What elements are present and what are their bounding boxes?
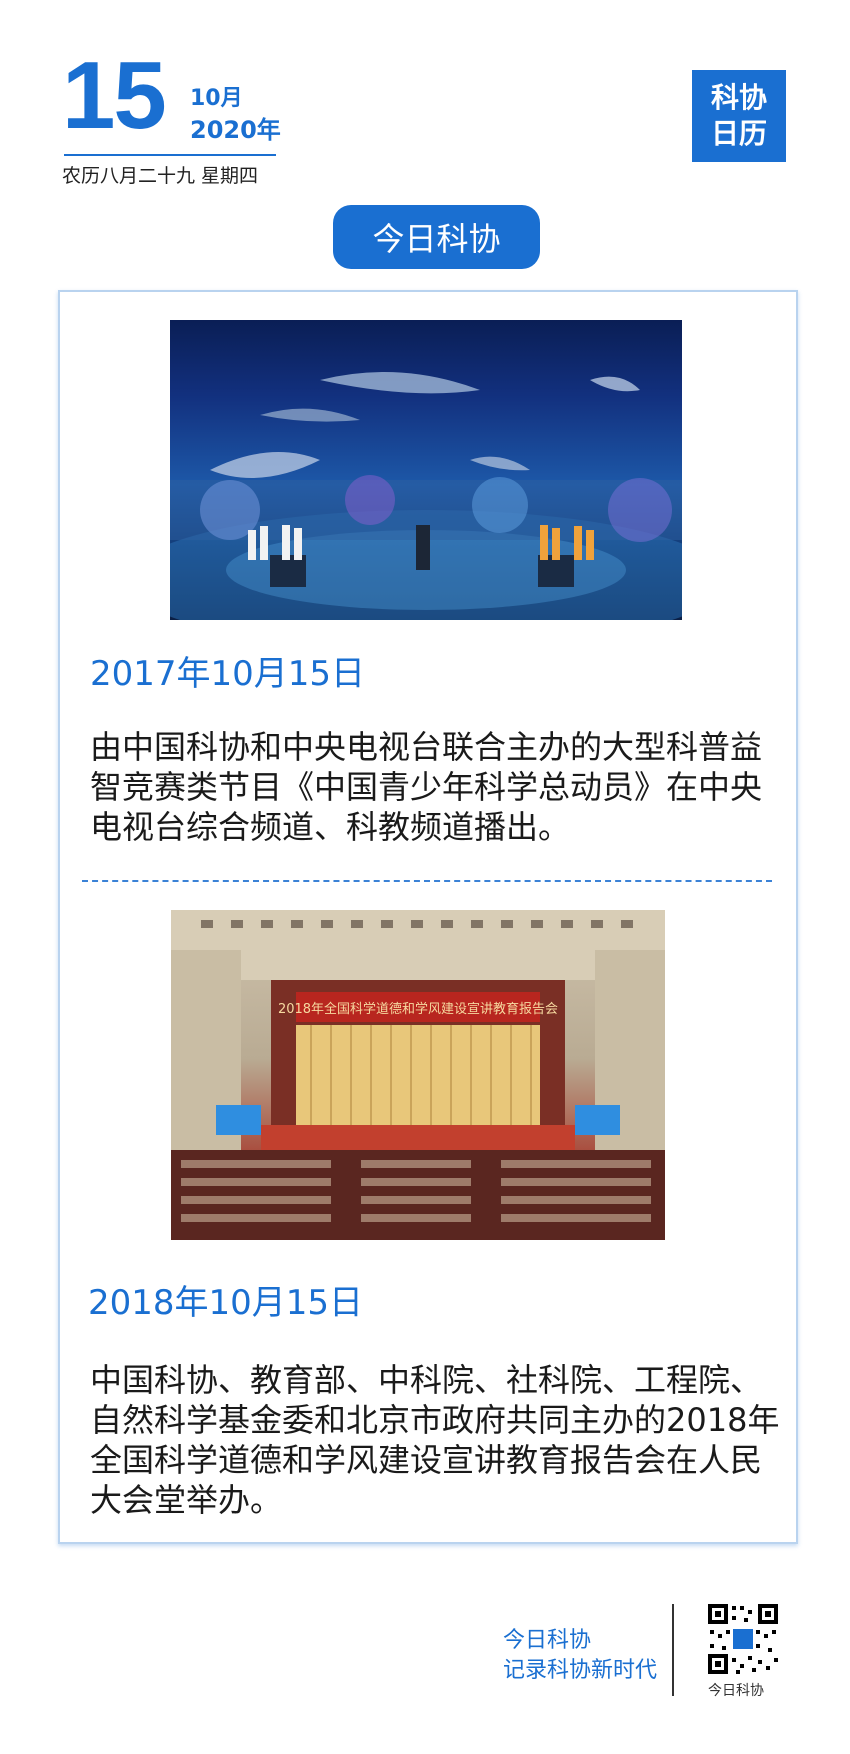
entry-date: 2018年10月15日 bbox=[88, 1283, 364, 1323]
qr-code-graphic bbox=[706, 1602, 780, 1676]
lunar-date: 农历八月二十九 星期四 bbox=[62, 165, 259, 187]
footer-divider bbox=[672, 1604, 674, 1696]
badge-line-2: 日历 bbox=[710, 117, 767, 150]
auditorium-photo: 2018年全国科学道德和学风建设宣讲教育报告会 bbox=[171, 910, 665, 1240]
section-title: 今日科协 bbox=[333, 205, 540, 269]
quiz-show-illustration bbox=[170, 372, 682, 620]
kexie-calendar-badge: 科协 日历 bbox=[692, 70, 786, 162]
auditorium-illustration: 2018年全国科学道德和学风建设宣讲教育报告会 bbox=[171, 910, 665, 1240]
dashed-divider bbox=[82, 880, 772, 882]
calendar-month: 10月 bbox=[190, 86, 243, 111]
footer-brand: 今日科协 bbox=[503, 1628, 592, 1653]
calendar-year: 2020年 bbox=[190, 116, 281, 144]
qr-label: 今日科协 bbox=[708, 1683, 764, 1699]
calendar-day: 15 bbox=[62, 42, 167, 149]
quiz-show-photo bbox=[170, 320, 682, 620]
header-divider bbox=[64, 154, 276, 156]
qr-code-icon[interactable] bbox=[706, 1602, 780, 1676]
entry-text: 中国科协、教育部、中科院、社科院、工程院、自然科学基金委和北京市政府共同主办的2… bbox=[90, 1361, 780, 1519]
entry-date: 2017年10月15日 bbox=[90, 654, 366, 694]
auditorium-banner-text: 2018年全国科学道德和学风建设宣讲教育报告会 bbox=[278, 1001, 558, 1017]
badge-line-1: 科协 bbox=[710, 81, 767, 114]
entry-text: 由中国科协和中央电视台联合主办的大型科普益智竞赛类节目《中国青少年科学总动员》在… bbox=[90, 728, 763, 846]
footer-slogan: 记录科协新时代 bbox=[503, 1658, 658, 1683]
